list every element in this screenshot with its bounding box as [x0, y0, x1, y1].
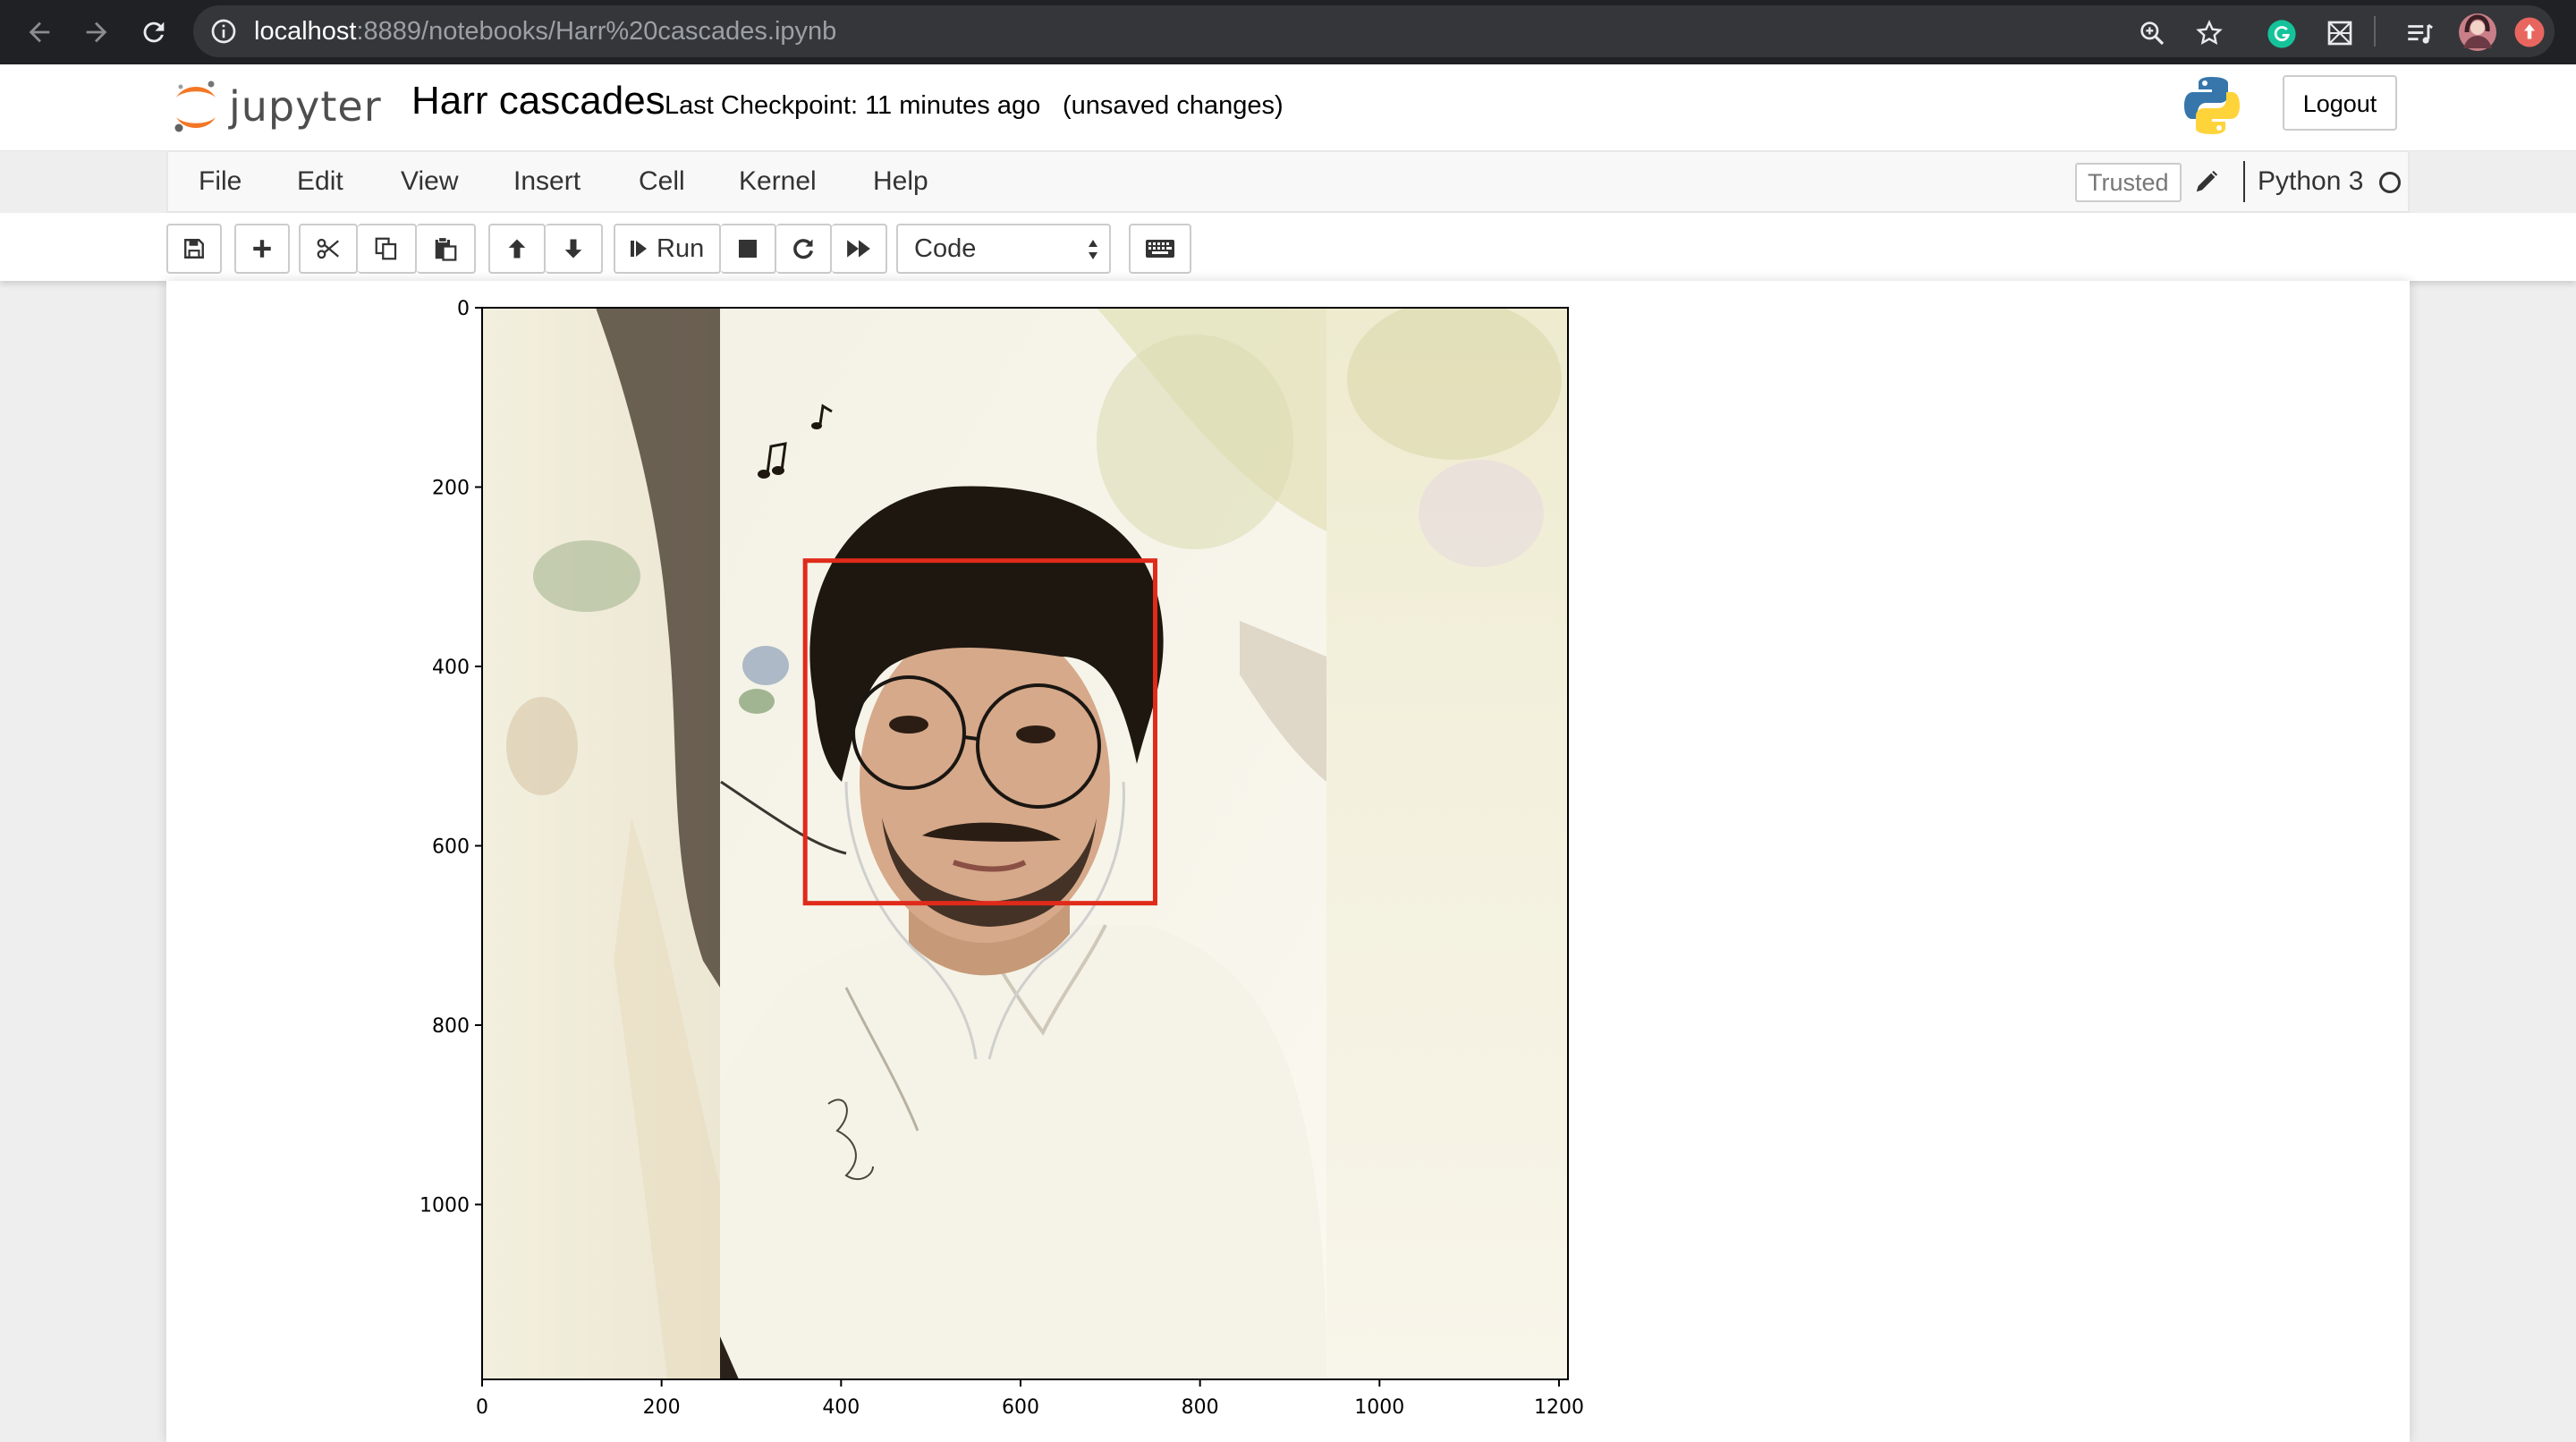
- profile-avatar[interactable]: [2458, 13, 2497, 56]
- forward-arrow-icon[interactable]: [75, 11, 118, 54]
- photo-image: [482, 308, 1568, 1379]
- y-tick-label: 200: [432, 478, 470, 500]
- x-tick-label: 600: [1002, 1396, 1039, 1419]
- notebook-container: 0 200 400 600 800 1000 1200 0 200 400 600 800 1000: [166, 281, 2410, 1442]
- media-queue-icon[interactable]: [2404, 19, 2435, 54]
- menu-help[interactable]: Help: [873, 152, 928, 211]
- kernel-idle-icon: [2379, 172, 2401, 193]
- info-icon[interactable]: [209, 17, 238, 50]
- jupyter-header: jupyter Harr cascades Last Checkpoint: 1…: [0, 64, 2576, 151]
- fast-forward-icon: [847, 240, 870, 258]
- x-axis: 0 200 400 600 800 1000 1200: [476, 1379, 1584, 1419]
- grammarly-icon[interactable]: [2267, 19, 2297, 54]
- x-tick-label: 1200: [1534, 1396, 1584, 1419]
- copy-icon: [375, 237, 397, 260]
- save-button[interactable]: [166, 224, 222, 274]
- autosave-status: (unsaved changes): [1063, 91, 1284, 120]
- run-label: Run: [657, 233, 705, 263]
- stop-icon: [739, 240, 757, 258]
- select-arrows-icon: [1089, 240, 1097, 259]
- arrow-up-icon: [508, 239, 526, 259]
- zoom-icon[interactable]: [2138, 19, 2166, 52]
- copy-button[interactable]: [358, 224, 417, 274]
- arrow-down-icon: [564, 239, 582, 259]
- restart-icon: [793, 239, 814, 259]
- toolbar-divider: [2374, 16, 2376, 47]
- extension-icon[interactable]: [2326, 19, 2354, 52]
- command-palette-button[interactable]: [1129, 224, 1191, 274]
- y-tick-label: 0: [457, 298, 470, 320]
- star-icon[interactable]: [2195, 19, 2224, 52]
- y-tick-label: 600: [432, 836, 470, 859]
- jupyter-logo-text: jupyter: [229, 82, 382, 131]
- back-arrow-icon[interactable]: [18, 11, 61, 54]
- logout-button[interactable]: Logout: [2283, 75, 2397, 131]
- x-tick-label: 0: [476, 1396, 488, 1419]
- cell-type-select[interactable]: Code: [896, 224, 1111, 274]
- matplotlib-output: 0 200 400 600 800 1000 1200 0 200 400 600 800 1000: [419, 298, 1584, 1419]
- menu-edit[interactable]: Edit: [297, 152, 343, 211]
- interrupt-kernel-button[interactable]: [721, 224, 776, 274]
- notification-icon[interactable]: [2513, 16, 2546, 53]
- restart-run-all-button[interactable]: [832, 224, 887, 274]
- url-path: :8889/notebooks/Harr%20cascades.ipynb: [356, 17, 837, 46]
- python-logo-icon: [2182, 75, 2241, 140]
- pencil-icon[interactable]: [2193, 168, 2220, 199]
- menubar: File Edit View Insert Cell Kernel Help T…: [166, 150, 2410, 213]
- kernel-name[interactable]: Python 3: [2258, 152, 2363, 211]
- move-down-button[interactable]: [546, 224, 603, 274]
- x-tick-label: 200: [643, 1396, 681, 1419]
- x-tick-label: 1000: [1354, 1396, 1404, 1419]
- x-tick-label: 400: [822, 1396, 860, 1419]
- cut-button[interactable]: [299, 224, 358, 274]
- run-button[interactable]: Run: [614, 224, 721, 274]
- menu-insert[interactable]: Insert: [513, 152, 580, 211]
- paste-icon: [435, 236, 457, 261]
- step-forward-icon: [631, 241, 647, 257]
- jupyter-logo[interactable]: jupyter: [172, 75, 382, 138]
- restart-kernel-button[interactable]: [776, 224, 832, 274]
- cell-type-value: Code: [914, 234, 977, 263]
- keyboard-icon: [1146, 240, 1174, 258]
- url-text[interactable]: localhost:8889/notebooks/Harr%20cascades…: [254, 5, 836, 57]
- x-tick-label: 800: [1182, 1396, 1219, 1419]
- y-axis: 0 200 400 600 800 1000: [419, 298, 482, 1217]
- notebook-title[interactable]: Harr cascades: [411, 79, 665, 123]
- scissors-icon: [317, 238, 339, 259]
- url-host: localhost: [254, 17, 357, 46]
- y-tick-label: 800: [432, 1015, 470, 1038]
- menu-cell[interactable]: Cell: [639, 152, 685, 211]
- menu-view[interactable]: View: [401, 152, 458, 211]
- browser-chrome: localhost:8889/notebooks/Harr%20cascades…: [0, 0, 2576, 64]
- reload-icon[interactable]: [132, 11, 175, 54]
- checkpoint-status: Last Checkpoint: 11 minutes ago: [665, 91, 1041, 120]
- paste-button[interactable]: [417, 224, 476, 274]
- menu-kernel[interactable]: Kernel: [739, 152, 817, 211]
- move-up-button[interactable]: [488, 224, 546, 274]
- insert-cell-button[interactable]: [234, 224, 290, 274]
- trusted-indicator[interactable]: Trusted: [2075, 163, 2182, 202]
- kernel-separator: [2243, 161, 2245, 202]
- menu-file[interactable]: File: [199, 152, 242, 211]
- y-tick-label: 1000: [419, 1195, 470, 1217]
- jupyter-logo-icon: [174, 81, 216, 132]
- save-icon: [184, 239, 204, 259]
- address-bar[interactable]: localhost:8889/notebooks/Harr%20cascades…: [193, 5, 2555, 57]
- plus-icon: [253, 240, 271, 258]
- y-tick-label: 400: [432, 657, 470, 679]
